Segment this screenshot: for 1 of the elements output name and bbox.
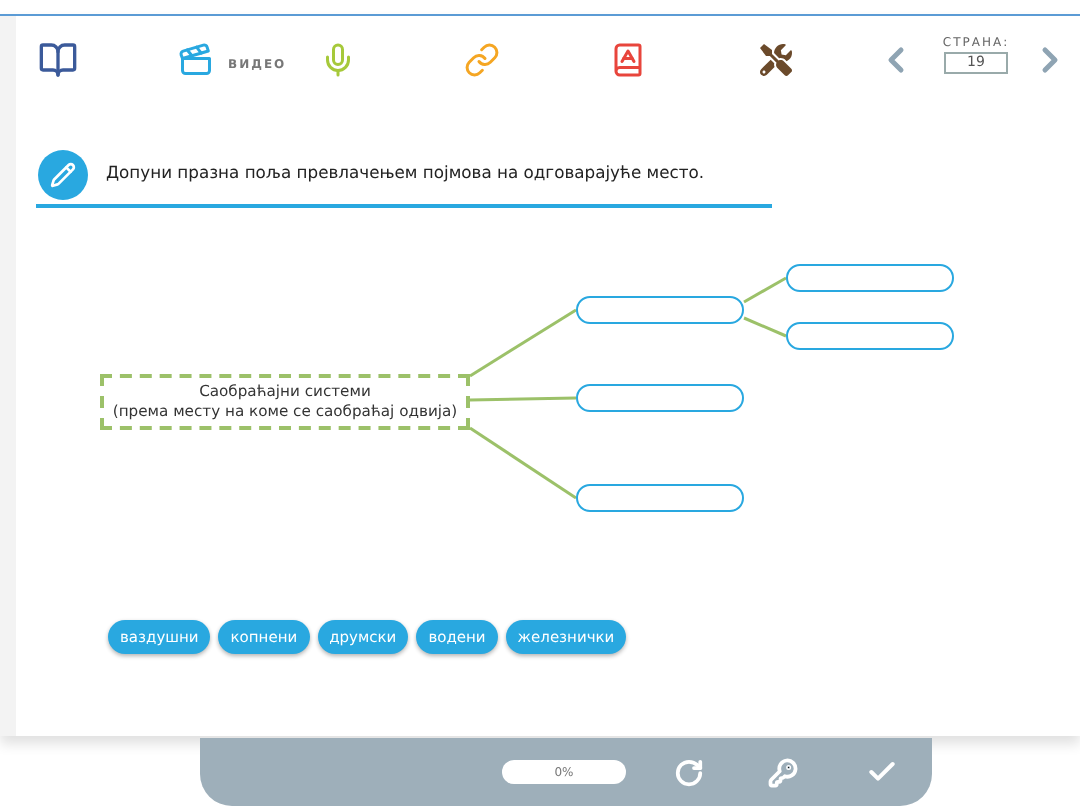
instruction-text: Допуни празна поља превлачењем појмова на одговарајуће место. — [106, 162, 705, 182]
